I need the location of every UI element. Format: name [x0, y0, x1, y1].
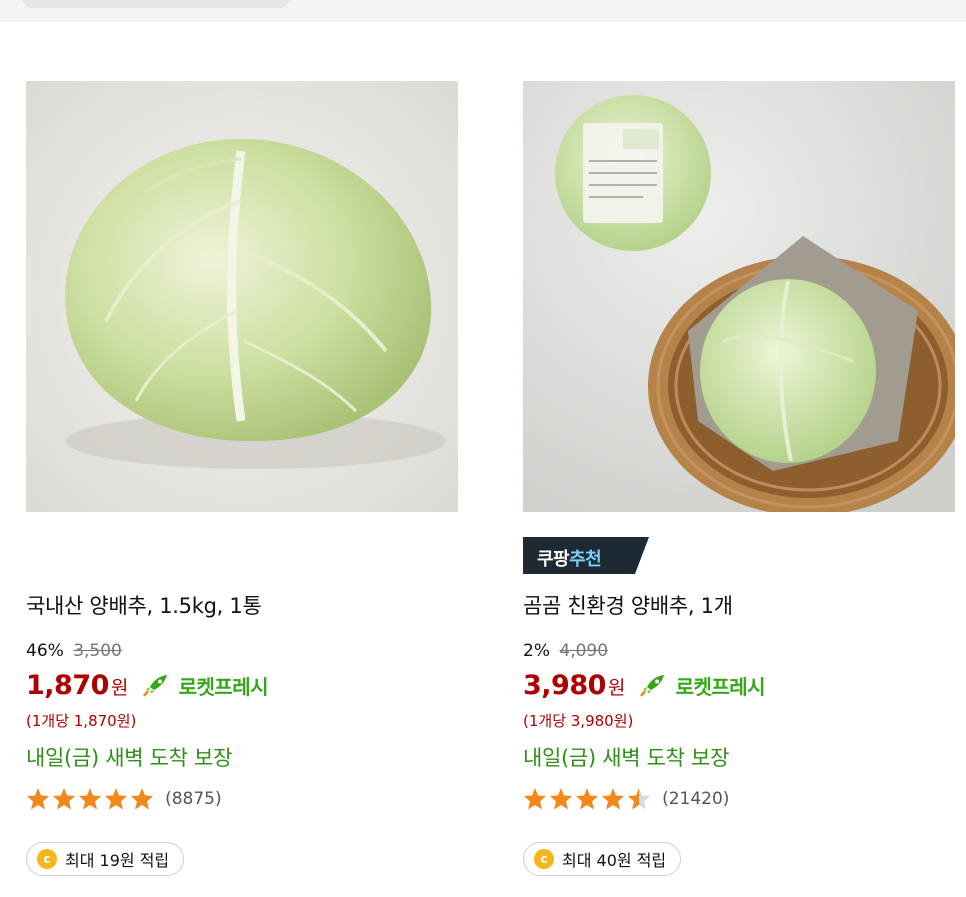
discount-percent: 46%	[26, 641, 64, 661]
rocket-fresh-label: 로켓프레시	[675, 675, 766, 699]
unit-price: (1개당 1,870원)	[26, 712, 137, 730]
price-row: 1,870 원 로켓프레시	[26, 670, 269, 701]
reward-text: 최대 19원 적립	[65, 851, 170, 870]
reward-badge: c 최대 40원 적립	[523, 842, 682, 876]
rating-stars	[27, 788, 153, 810]
rating-stars	[524, 788, 650, 810]
star-icon	[524, 788, 546, 810]
original-price: 4,090	[559, 641, 609, 661]
rating-row: (21420)	[523, 787, 729, 811]
product-card[interactable]: 국내산 양배추, 1.5kg, 1통 46% 3,500 1,870 원 로켓프레…	[26, 0, 458, 897]
reward-badge: c 최대 19원 적립	[26, 842, 185, 876]
star-icon	[602, 788, 624, 810]
star-icon	[105, 788, 127, 810]
unit-price: (1개당 3,980원)	[523, 712, 634, 730]
discount-row: 46% 3,500	[26, 641, 122, 661]
price-unit: 원	[110, 677, 129, 699]
rating-row: (8875)	[26, 787, 222, 811]
star-icon	[550, 788, 572, 810]
half-star-icon	[628, 788, 650, 810]
product-image[interactable]	[26, 81, 458, 512]
rating-count: (21420)	[662, 789, 730, 809]
star-icon	[53, 788, 75, 810]
sale-price: 3,980	[523, 670, 606, 701]
delivery-info: 내일(금) 새벽 도착 보장	[26, 746, 233, 770]
star-icon	[131, 788, 153, 810]
product-card[interactable]: 쿠팡추천 곰곰 친환경 양배추, 1개 2% 4,090 3,980 원 로켓프레…	[523, 0, 955, 897]
rocket-fresh-icon	[143, 675, 168, 697]
coin-icon: c	[534, 849, 554, 869]
recommend-badge: 쿠팡추천	[523, 537, 649, 574]
recommend-badge-suffix: 추천	[569, 549, 602, 570]
original-price: 3,500	[73, 641, 122, 661]
recommend-badge-prefix: 쿠팡	[537, 549, 570, 570]
rocket-fresh-label: 로켓프레시	[178, 675, 269, 699]
discount-row: 2% 4,090	[523, 641, 608, 661]
product-image[interactable]	[523, 81, 955, 512]
rating-count: (8875)	[165, 789, 222, 809]
price-row: 3,980 원 로켓프레시	[523, 670, 766, 701]
product-title[interactable]: 곰곰 친환경 양배추, 1개	[523, 590, 733, 620]
coin-icon: c	[37, 849, 57, 869]
star-icon	[79, 788, 101, 810]
product-title[interactable]: 국내산 양배추, 1.5kg, 1통	[26, 590, 262, 620]
reward-text: 최대 40원 적립	[562, 851, 667, 870]
star-icon	[576, 788, 598, 810]
price-unit: 원	[607, 677, 626, 699]
rocket-fresh-icon	[640, 675, 665, 697]
star-icon	[27, 788, 49, 810]
discount-percent: 2%	[523, 641, 550, 661]
sale-price: 1,870	[26, 670, 109, 701]
delivery-info: 내일(금) 새벽 도착 보장	[523, 746, 730, 770]
